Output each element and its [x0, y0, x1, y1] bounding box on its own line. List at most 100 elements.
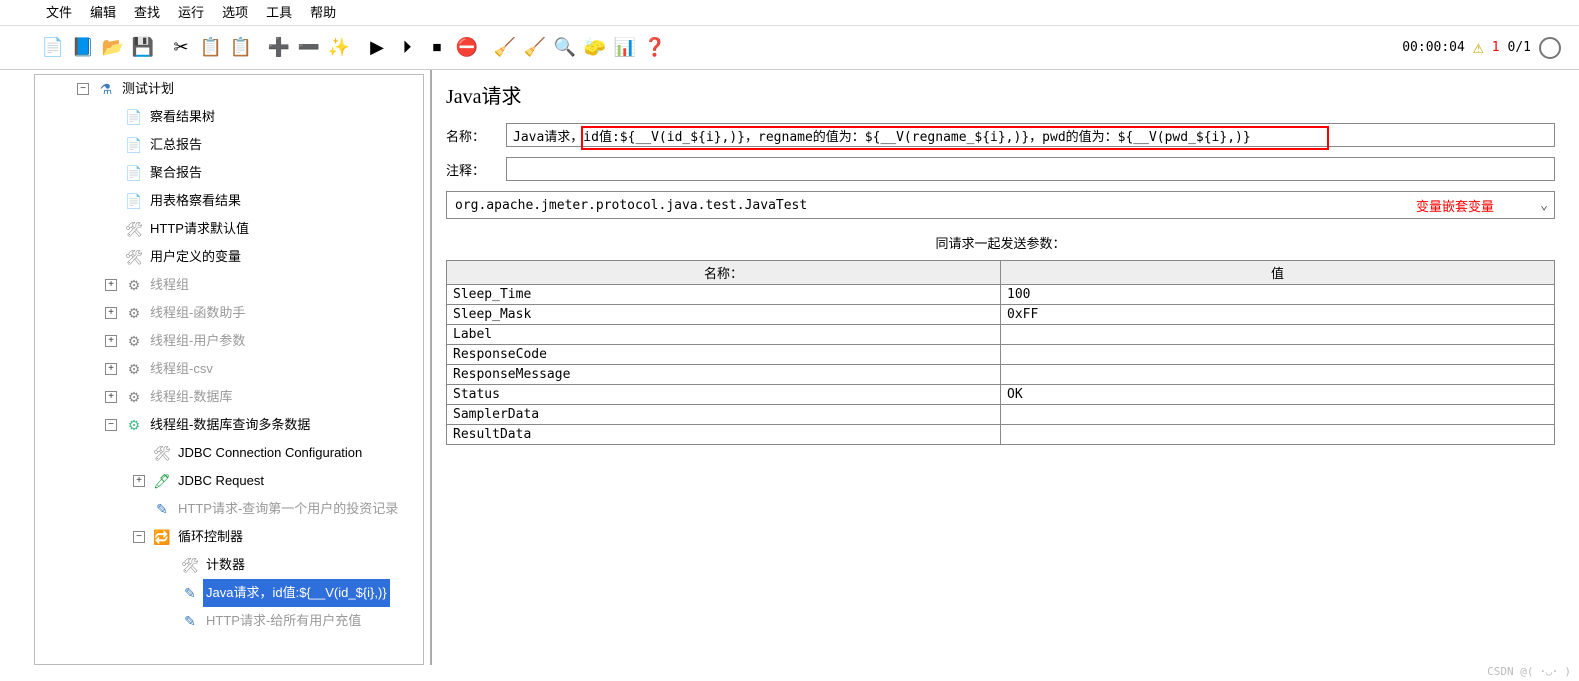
menu-4[interactable]: 选项: [222, 2, 248, 21]
param-name[interactable]: Label: [447, 325, 1001, 345]
name-label: 名称：: [446, 126, 496, 145]
tree-java-req[interactable]: Java请求，id值:${__V(id_${i},)}: [35, 579, 423, 607]
clear-search-icon[interactable]: 🧽: [581, 34, 609, 62]
param-value[interactable]: [1001, 325, 1555, 345]
wand-icon[interactable]: ✨: [325, 34, 353, 62]
clear-all-icon[interactable]: 🧹: [521, 34, 549, 62]
param-value[interactable]: [1001, 365, 1555, 385]
tree-label: 线程组-用户参数: [147, 327, 248, 355]
plus-icon[interactable]: ➕: [265, 34, 293, 62]
cut-icon[interactable]: ✂: [167, 34, 195, 62]
menu-0[interactable]: 文件: [46, 2, 72, 21]
table-row[interactable]: Sleep_Mask0xFF: [447, 305, 1555, 325]
table-row[interactable]: ResultData: [447, 425, 1555, 445]
search-icon[interactable]: 🔍: [551, 34, 579, 62]
shutdown-icon[interactable]: ⛔: [453, 34, 481, 62]
classname-combo[interactable]: org.apache.jmeter.protocol.java.test.Jav…: [446, 191, 1555, 219]
open-icon[interactable]: 📂: [99, 34, 127, 62]
tree-loop[interactable]: − 循环控制器: [35, 523, 423, 551]
param-value[interactable]: [1001, 405, 1555, 425]
tree-jdbc-req[interactable]: +JDBC Request: [35, 467, 423, 495]
param-name[interactable]: Status: [447, 385, 1001, 405]
param-name[interactable]: ResponseMessage: [447, 365, 1001, 385]
tree-view-table[interactable]: 用表格察看结果: [35, 187, 423, 215]
table-row[interactable]: Label: [447, 325, 1555, 345]
tree-http-defaults[interactable]: HTTP请求默认值: [35, 215, 423, 243]
table-row[interactable]: ResponseMessage: [447, 365, 1555, 385]
tree-tg-db[interactable]: +线程组-数据库: [35, 383, 423, 411]
tree-test-plan[interactable]: −测试计划: [35, 75, 423, 103]
param-value[interactable]: 0xFF: [1001, 305, 1555, 325]
expander-icon[interactable]: +: [105, 391, 117, 403]
menu-5[interactable]: 工具: [266, 2, 292, 21]
expander-icon[interactable]: −: [133, 531, 145, 543]
param-value[interactable]: [1001, 425, 1555, 445]
param-value[interactable]: OK: [1001, 385, 1555, 405]
expander-icon[interactable]: +: [133, 475, 145, 487]
tree-user-vars[interactable]: 用户定义的变量: [35, 243, 423, 271]
menu-2[interactable]: 查找: [134, 2, 160, 21]
tree-label: 察看结果树: [147, 103, 218, 131]
pen-icon: [181, 612, 199, 630]
tree-http-query[interactable]: HTTP请求-查询第一个用户的投资记录: [35, 495, 423, 523]
warning-count: 1: [1492, 40, 1500, 55]
expander-icon[interactable]: +: [105, 363, 117, 375]
param-name[interactable]: ResponseCode: [447, 345, 1001, 365]
tree-tg-func[interactable]: +线程组-函数助手: [35, 299, 423, 327]
clear-icon[interactable]: 🧹: [491, 34, 519, 62]
function-icon[interactable]: 📊: [611, 34, 639, 62]
tree-counter[interactable]: 计数器: [35, 551, 423, 579]
run-icon[interactable]: ▶: [363, 34, 391, 62]
flask-icon: [97, 80, 115, 98]
menu-1[interactable]: 编辑: [90, 2, 116, 21]
table-row[interactable]: Sleep_Time100: [447, 285, 1555, 305]
expander-icon[interactable]: −: [105, 419, 117, 431]
new-icon[interactable]: 📄: [39, 34, 67, 62]
paste-icon[interactable]: 📋: [227, 34, 255, 62]
copy-icon[interactable]: 📋: [197, 34, 225, 62]
tree-tg-dbmulti[interactable]: −线程组-数据库查询多条数据: [35, 411, 423, 439]
menu-3[interactable]: 运行: [178, 2, 204, 21]
expander-icon[interactable]: +: [105, 335, 117, 347]
col-name[interactable]: 名称：: [447, 261, 1001, 285]
expander-icon[interactable]: +: [105, 279, 117, 291]
param-name[interactable]: Sleep_Time: [447, 285, 1001, 305]
save-icon[interactable]: 💾: [129, 34, 157, 62]
name-input[interactable]: [506, 123, 1555, 147]
param-value[interactable]: 100: [1001, 285, 1555, 305]
status-dial-icon: [1539, 37, 1561, 59]
param-name[interactable]: Sleep_Mask: [447, 305, 1001, 325]
wrench-icon: [125, 220, 143, 238]
chevron-down-icon[interactable]: ⌄: [1534, 198, 1554, 213]
tree-aggregate-report[interactable]: 聚合报告: [35, 159, 423, 187]
template-icon[interactable]: 📘: [69, 34, 97, 62]
menubar: 文件编辑查找运行选项工具帮助: [0, 0, 1579, 26]
stop-icon[interactable]: ⏹: [423, 34, 451, 62]
tree-jdbc-conn[interactable]: JDBC Connection Configuration: [35, 439, 423, 467]
table-row[interactable]: ResponseCode: [447, 345, 1555, 365]
loop-icon: [153, 528, 171, 546]
col-value[interactable]: 值: [1001, 261, 1555, 285]
param-value[interactable]: [1001, 345, 1555, 365]
run-no-icon[interactable]: ⏵: [393, 34, 421, 62]
expander-icon[interactable]: +: [105, 307, 117, 319]
tree-view-results[interactable]: 察看结果树: [35, 103, 423, 131]
param-name[interactable]: SamplerData: [447, 405, 1001, 425]
gear-icon: [125, 276, 143, 294]
params-table: 名称： 值 Sleep_Time100Sleep_Mask0xFFLabelRe…: [446, 260, 1555, 445]
comment-input[interactable]: [506, 157, 1555, 181]
tree-label: 循环控制器: [175, 523, 246, 551]
tree-summary-report[interactable]: 汇总报告: [35, 131, 423, 159]
tree-tg-userparam[interactable]: + 线程组-用户参数: [35, 327, 423, 355]
warning-icon[interactable]: ⚠: [1473, 37, 1484, 58]
tree-tg-csv[interactable]: +线程组-csv: [35, 355, 423, 383]
minus-icon[interactable]: ➖: [295, 34, 323, 62]
help-icon[interactable]: ❓: [641, 34, 669, 62]
param-name[interactable]: ResultData: [447, 425, 1001, 445]
tree-threadgroup[interactable]: +线程组: [35, 271, 423, 299]
menu-6[interactable]: 帮助: [310, 2, 336, 21]
table-row[interactable]: StatusOK: [447, 385, 1555, 405]
table-row[interactable]: SamplerData: [447, 405, 1555, 425]
tree-http-recharge[interactable]: HTTP请求-给所有用户充值: [35, 607, 423, 635]
expander-icon[interactable]: −: [77, 83, 89, 95]
